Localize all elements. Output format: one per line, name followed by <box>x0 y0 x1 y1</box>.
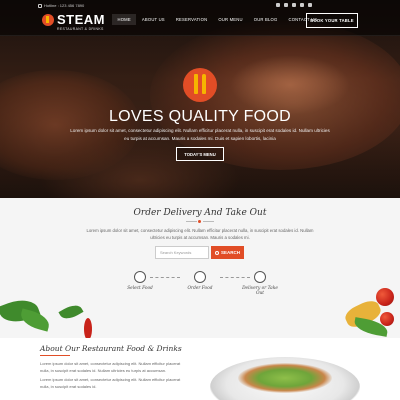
cloche-icon <box>134 271 146 283</box>
google-plus-icon[interactable] <box>292 3 296 7</box>
step-label: Select Food <box>127 286 153 291</box>
hotline-text: Hotline : 123 456 7890 <box>44 3 85 8</box>
twitter-icon[interactable] <box>284 3 288 7</box>
search-button[interactable]: SEARCH <box>211 246 244 259</box>
search-icon <box>214 250 219 255</box>
menu-item-about[interactable]: ABOUT US <box>136 14 170 25</box>
book-table-button[interactable]: BOOK YOUR TABLE <box>306 13 358 28</box>
step-label: Order Food <box>187 286 213 291</box>
todays-menu-button[interactable]: TODAY'S MENU <box>176 147 224 161</box>
divider <box>186 220 214 223</box>
logo-text: STEAM <box>57 12 105 27</box>
order-title: Order Delivery And Take Out <box>133 208 267 218</box>
phone-icon <box>38 3 42 8</box>
pinterest-icon[interactable] <box>308 3 312 7</box>
tomato-image <box>380 312 394 326</box>
menu-item-menu[interactable]: OUR MENU <box>213 14 248 25</box>
logo-subtitle: RESTAURANT & DRINKS <box>57 27 104 31</box>
chili-image <box>84 318 92 340</box>
about-paragraph: Lorem ipsum dolor sit amet, consectetur … <box>40 377 181 389</box>
step-label: Delivery or Take Out <box>242 286 278 296</box>
logo-icon <box>42 14 54 26</box>
about-paragraph: Lorem ipsum dolor sit amet, consectetur … <box>40 361 181 373</box>
step-select-food: Select Food <box>120 271 160 291</box>
search-button-label: SEARCH <box>220 250 240 255</box>
menu-item-reservation[interactable]: RESERVATION <box>170 14 213 25</box>
main-menu: HOME ABOUT US RESERVATION OUR MENU OUR B… <box>112 14 323 25</box>
menu-item-blog[interactable]: OUR BLOG <box>248 14 283 25</box>
hero-title: LOVES QUALITY FOOD <box>108 108 292 125</box>
instagram-icon[interactable] <box>300 3 304 7</box>
step-order-food: Order Food <box>180 271 220 291</box>
fork-knife-icon <box>183 68 217 102</box>
order-steps: Select Food Order Food Delivery or Take … <box>120 271 280 301</box>
food-bag-icon <box>194 271 206 283</box>
social-links <box>276 3 312 7</box>
order-section: Order Delivery And Take Out Lorem ipsum … <box>0 198 400 338</box>
tomato-image <box>376 288 394 306</box>
step-delivery: Delivery or Take Out <box>240 271 280 296</box>
facebook-icon[interactable] <box>276 3 280 7</box>
top-navbar: Hotline : 123 456 7890 STEAM RESTAURANT … <box>0 0 400 36</box>
hero-text: Lorem ipsum dolor sit amet, consectetur … <box>70 128 330 141</box>
hotline: Hotline : 123 456 7890 <box>38 3 84 8</box>
delivery-icon <box>254 271 266 283</box>
order-text: Lorem ipsum dolor sit amet, consectetur … <box>86 228 314 240</box>
search-input[interactable]: Search Keywords <box>155 246 209 259</box>
divider <box>40 355 70 356</box>
menu-item-home[interactable]: HOME <box>112 14 137 25</box>
about-title: About Our Restaurant Food & Drinks <box>40 344 182 353</box>
about-text: Lorem ipsum dolor sit amet, consectetur … <box>40 361 190 390</box>
